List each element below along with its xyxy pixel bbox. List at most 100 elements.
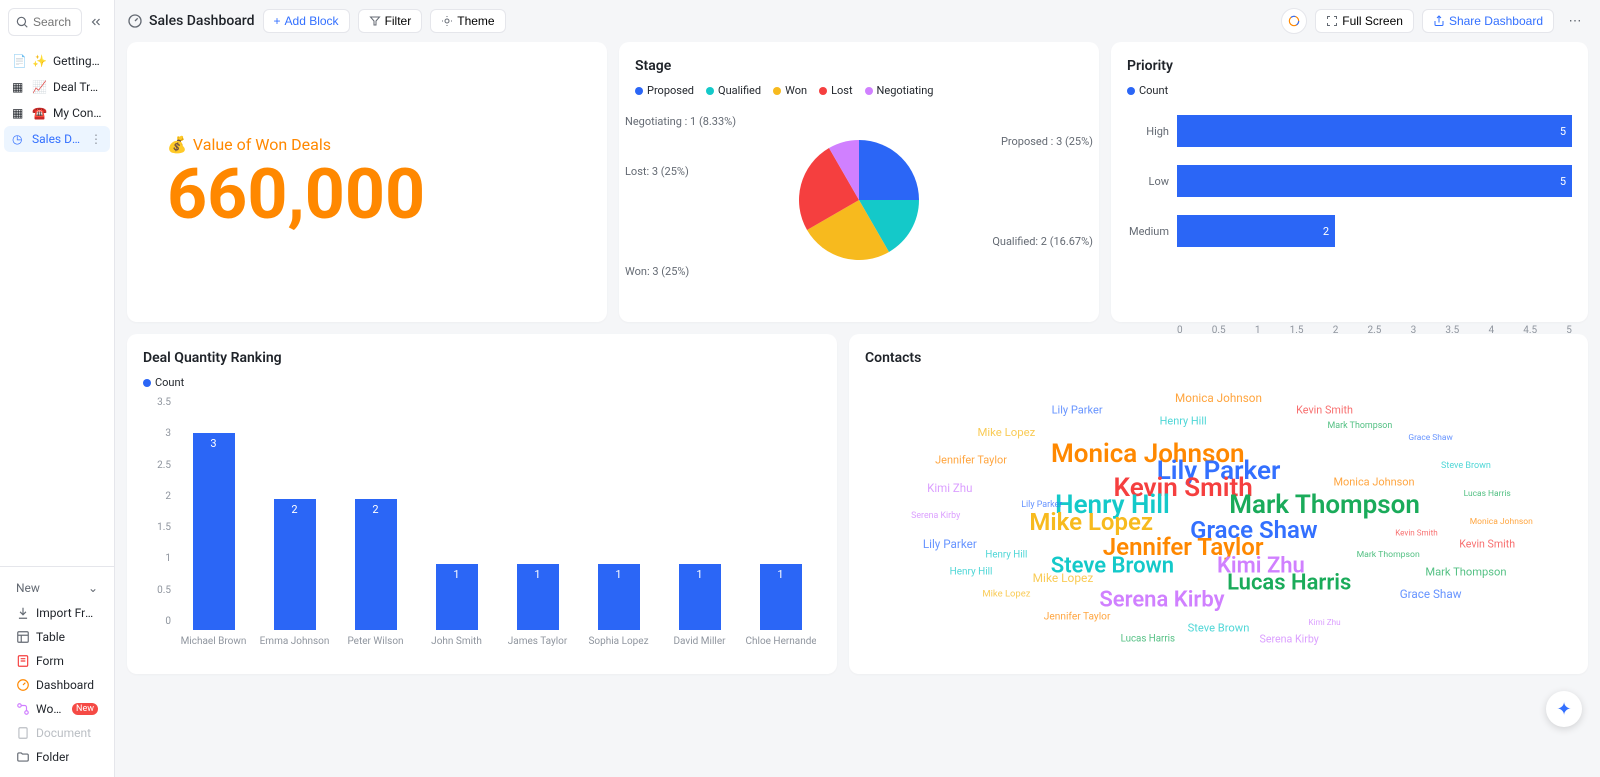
word-small: Henry Hill: [950, 567, 993, 578]
axis-tick: 3.5: [143, 397, 171, 408]
deal-chart: 3.532.521.510.50 3Michael Brown2Emma Joh…: [143, 397, 821, 647]
hbar-label: Medium: [1127, 225, 1177, 238]
deal-card[interactable]: Deal Quantity Ranking Count 3.532.521.51…: [127, 334, 837, 674]
word-small: Kevin Smith: [1459, 538, 1515, 551]
fab-ai-button[interactable]: ✦: [1546, 691, 1582, 727]
tool-form[interactable]: Form: [8, 649, 106, 673]
legend-text: Proposed: [647, 84, 694, 97]
money-bag-icon: 💰: [167, 135, 187, 154]
search-box[interactable]: [8, 8, 82, 36]
btn-label: Theme: [457, 14, 494, 28]
vbar-label: Chloe Hernandez: [746, 636, 816, 647]
word-small: Lily Parker: [923, 537, 977, 551]
fullscreen-icon: [1326, 15, 1338, 27]
word-small: Mike Lopez: [1033, 571, 1094, 585]
word: Serena Kirby: [1099, 588, 1224, 613]
vbar-label: Emma Johnson: [260, 636, 330, 647]
pie-svg: [789, 130, 929, 270]
axis-tick: 0.5: [1212, 325, 1226, 336]
stage-legend: ProposedQualifiedWonLostNegotiating: [635, 84, 1083, 97]
vbar: 1: [517, 564, 559, 630]
word-small: Mark Thompson: [1328, 421, 1393, 431]
vbar: 2: [355, 499, 397, 630]
tool-label: Form: [36, 654, 64, 668]
stage-card[interactable]: Stage ProposedQualifiedWonLostNegotiatin…: [619, 42, 1099, 322]
vbar-col: 3Michael Brown: [179, 433, 249, 647]
vbar: 1: [679, 564, 721, 630]
ai-button[interactable]: [1281, 8, 1307, 34]
tool-workflow[interactable]: Workflow New: [8, 697, 106, 721]
collapse-sidebar-button[interactable]: [86, 12, 106, 32]
fullscreen-button[interactable]: Full Screen: [1315, 9, 1414, 33]
pie-slice: [859, 140, 919, 200]
card-title: Deal Quantity Ranking: [143, 350, 821, 366]
legend-item: Lost: [819, 84, 852, 97]
nav-deal-tracker[interactable]: ▦ 📈 Deal Tracker: [4, 74, 110, 100]
hbar-row: Medium2: [1127, 215, 1572, 247]
vbars: 3Michael Brown2Emma Johnson2Peter Wilson…: [173, 397, 821, 647]
plus-icon: +: [274, 14, 281, 28]
add-block-button[interactable]: + Add Block: [263, 9, 350, 33]
nav-emoji: 📈: [32, 80, 47, 94]
priority-chart: High5Low5Medium2: [1127, 115, 1572, 325]
legend-item: Negotiating: [865, 84, 934, 97]
more-button[interactable]: ⋯: [1562, 8, 1588, 34]
tool-table[interactable]: Table: [8, 625, 106, 649]
vbar: 1: [598, 564, 640, 630]
hbar-row: Low5: [1127, 165, 1572, 197]
vbar-col: 1John Smith: [422, 564, 492, 647]
kpi-label: 💰 Value of Won Deals: [167, 135, 331, 154]
nav-label: Getting Started: [53, 54, 102, 68]
nav-sales-dashboard[interactable]: ◷ Sales Dashbo... ⋮: [4, 126, 110, 152]
filter-icon: [369, 15, 381, 27]
legend-text: Lost: [831, 84, 852, 97]
legend-text: Count: [155, 376, 184, 389]
chevron-down-icon: ⌄: [88, 581, 98, 595]
word-small: Jennifer Taylor: [1044, 611, 1111, 622]
filter-button[interactable]: Filter: [358, 9, 423, 33]
dashboard-icon: ◷: [12, 132, 26, 146]
contacts-card[interactable]: Contacts Monica JohnsonLily ParkerKevin …: [849, 334, 1588, 674]
search-input[interactable]: [33, 15, 75, 29]
word-small: Lily Parker: [1052, 403, 1103, 416]
word-small: Serena Kirby: [1260, 633, 1319, 646]
kpi-value: 660,000: [167, 160, 425, 230]
word-small: Jennifer Taylor: [935, 454, 1007, 467]
nav-list: 📄 ✨ Getting Started ▦ 📈 Deal Tracker ▦ ☎…: [0, 44, 114, 156]
word: Lucas Harris: [1227, 571, 1351, 596]
nav-my-contacts[interactable]: ▦ ☎️ My Contacts: [4, 100, 110, 126]
page-title-text: Sales Dashboard: [149, 13, 255, 29]
word-small: Lucas Harris: [1121, 634, 1175, 645]
tool-label: Import From E...: [36, 606, 98, 620]
axis-tick: 0.5: [143, 585, 171, 596]
priority-card[interactable]: Priority Count High5Low5Medium2 00.511.5…: [1111, 42, 1588, 322]
hbar-fill: 5: [1177, 115, 1572, 147]
new-toggle[interactable]: New ⌄: [8, 575, 106, 601]
table-icon: [16, 630, 30, 644]
tool-document[interactable]: Document: [8, 721, 106, 745]
tool-import[interactable]: Import From E...: [8, 601, 106, 625]
new-label: New: [16, 581, 40, 595]
hbar-label: Low: [1127, 175, 1177, 188]
word-small: Mark Thompson: [1425, 566, 1506, 579]
legend-text: Count: [1139, 84, 1168, 97]
tool-label: Folder: [36, 750, 69, 764]
axis-tick: 5: [1566, 325, 1572, 336]
axis-tick: 1.5: [1290, 325, 1304, 336]
btn-label: Add Block: [285, 14, 339, 28]
tool-dashboard[interactable]: Dashboard: [8, 673, 106, 697]
workflow-icon: [16, 702, 30, 716]
more-icon[interactable]: ⋮: [90, 132, 102, 146]
card-title: Priority: [1127, 58, 1572, 74]
dashboard-icon: [16, 678, 30, 692]
tool-folder[interactable]: Folder: [8, 745, 106, 769]
theme-button[interactable]: Theme: [430, 9, 505, 33]
share-button[interactable]: Share Dashboard: [1422, 9, 1554, 33]
form-icon: [16, 654, 30, 668]
nav-getting-started[interactable]: 📄 ✨ Getting Started: [4, 48, 110, 74]
word-small: Monica Johnson: [1334, 476, 1415, 489]
nav-emoji: ✨: [32, 54, 47, 68]
word-small: Steve Brown: [1188, 622, 1250, 635]
axis-tick: 3: [143, 428, 171, 439]
kpi-card[interactable]: 💰 Value of Won Deals 660,000: [127, 42, 607, 322]
